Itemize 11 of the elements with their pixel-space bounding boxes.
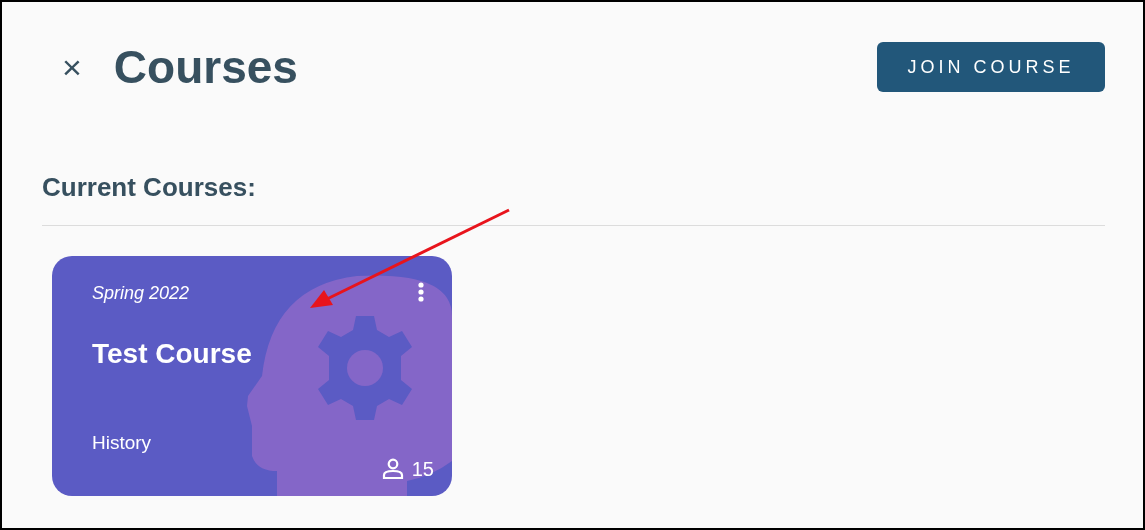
person-icon bbox=[381, 458, 404, 481]
course-term: Spring 2022 bbox=[92, 282, 190, 306]
section-title: Current Courses: bbox=[42, 172, 257, 204]
course-name: Test Course bbox=[92, 337, 252, 372]
course-card[interactable]: Spring 2022 Test Course History 15 bbox=[52, 256, 452, 497]
course-subject: History bbox=[92, 431, 152, 456]
more-options-button[interactable] bbox=[418, 282, 424, 303]
close-button[interactable]: × bbox=[54, 50, 90, 84]
student-count: 15 bbox=[411, 457, 434, 483]
join-course-button[interactable]: JOIN COURSE bbox=[877, 42, 1105, 92]
page-title: Courses bbox=[113, 44, 298, 90]
